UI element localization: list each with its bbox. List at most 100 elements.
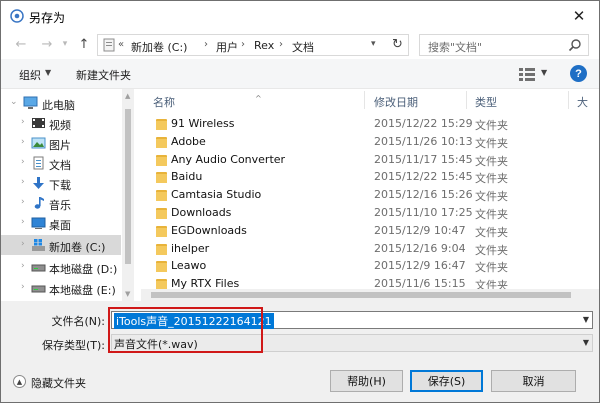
scrollbar-thumb[interactable] [151, 292, 571, 298]
breadcrumb-item-users[interactable]: 用户 [216, 39, 238, 55]
sidebar-item-downloads[interactable]: › 下载 [1, 173, 121, 193]
music-icon [34, 197, 44, 209]
file-modified-date: 2015/12/22 15:45 [374, 170, 473, 184]
column-header-modified[interactable]: 修改日期 [365, 89, 465, 111]
chevron-down-icon[interactable]: ⌄ [10, 97, 18, 107]
list-item[interactable]: EGDownloads 2015/12/9 10:47 文件夹 [141, 222, 581, 240]
chevron-right-icon[interactable]: › [21, 117, 25, 127]
sidebar-item-videos[interactable]: › 视频 [1, 113, 121, 133]
help-button[interactable]: ? [570, 65, 587, 82]
chevron-right-icon[interactable]: › [21, 177, 25, 187]
folder-icon [156, 261, 167, 273]
folder-icon [156, 119, 167, 130]
list-item[interactable]: Camtasia Studio 2015/12/16 15:26 文件夹 [141, 186, 581, 204]
chevron-down-icon[interactable]: ▼ [583, 338, 589, 347]
list-item[interactable]: 91 Wireless 2015/12/22 15:29 文件夹 [141, 115, 581, 133]
breadcrumb-item-documents[interactable]: 文档 [292, 39, 314, 55]
folder-location-icon [103, 38, 115, 52]
list-item[interactable]: Any Audio Converter 2015/11/17 15:45 文件夹 [141, 151, 581, 169]
file-name: Downloads [171, 206, 232, 219]
chevron-down-icon[interactable]: ▼ [541, 68, 547, 77]
file-modified-date: 2015/12/9 16:47 [374, 259, 466, 273]
save-options-panel: 文件名(N): iTools声音_20151222164121 ▼ 保存类型(T… [1, 301, 599, 402]
file-modified-date: 2015/12/16 15:26 [374, 188, 473, 202]
address-bar[interactable]: « 新加卷 (C:) › 用户 › Rex › 文档 ▾ ↻ [97, 34, 409, 56]
breadcrumb-overflow[interactable]: « [118, 39, 124, 50]
chevron-right-icon[interactable]: › [21, 217, 25, 227]
close-icon: ✕ [572, 7, 586, 25]
file-list-horizontal-scrollbar[interactable] [141, 289, 599, 301]
annotation-highlight-box [108, 307, 263, 353]
save-button[interactable]: 保存(S) [410, 370, 483, 392]
sidebar-item-this-pc[interactable]: ⌄ 此电脑 [1, 93, 121, 113]
close-button[interactable]: ✕ [567, 5, 591, 27]
list-item[interactable]: Baidu 2015/12/22 15:45 文件夹 [141, 168, 581, 186]
scroll-up-icon[interactable]: ▲ [125, 92, 130, 100]
desktop-icon [31, 217, 46, 229]
computer-icon [23, 96, 38, 109]
list-item[interactable]: ihelper 2015/12/16 9:04 文件夹 [141, 240, 581, 258]
forward-button[interactable]: → [39, 36, 55, 52]
drive-icon [31, 264, 46, 272]
file-type: 文件夹 [475, 154, 508, 168]
chevron-right-icon[interactable]: › [21, 239, 25, 249]
column-header-type[interactable]: 类型 [467, 89, 567, 111]
file-type: 文件夹 [475, 136, 508, 150]
sidebar-item-pictures[interactable]: › 图片 [1, 133, 121, 153]
up-button[interactable]: ↑ [76, 36, 92, 52]
breadcrumb-item-drive[interactable]: 新加卷 (C:) [131, 39, 187, 55]
refresh-icon[interactable]: ↻ [392, 37, 403, 52]
sidebar-item-label: 图片 [49, 139, 71, 152]
sidebar-item-desktop[interactable]: › 桌面 [1, 213, 121, 233]
column-header-name[interactable]: 名称 ^ [141, 89, 361, 111]
new-folder-button[interactable]: 新建文件夹 [76, 67, 131, 83]
sidebar-item-drive-e[interactable]: › 本地磁盘 (E:) [1, 278, 121, 298]
sidebar-item-label: 此电脑 [42, 99, 75, 112]
back-button[interactable]: ← [13, 36, 29, 52]
list-item[interactable]: Downloads 2015/11/10 17:25 文件夹 [141, 204, 581, 222]
chevron-down-icon[interactable]: ▼ [583, 315, 589, 324]
chevron-up-icon: ▲ [13, 375, 26, 388]
window-title: 另存为 [29, 11, 66, 25]
file-name: EGDownloads [171, 223, 247, 237]
search-input[interactable]: 搜索"文档" [428, 39, 482, 55]
sidebar-item-label: 文档 [49, 159, 71, 172]
help-button[interactable]: 帮助(H) [330, 370, 403, 392]
list-item[interactable]: Adobe 2015/11/26 10:13 文件夹 [141, 133, 581, 151]
sidebar-item-music[interactable]: › 音乐 [1, 193, 121, 213]
column-header-size[interactable]: 大 [569, 89, 599, 111]
file-type: 文件夹 [475, 208, 508, 221]
breadcrumb-item-rex[interactable]: Rex [254, 39, 274, 52]
file-list: 名称 ^ 修改日期 类型 大 91 Wireless 2015/12/22 15:… [141, 89, 599, 301]
sidebar-item-drive-c[interactable]: › 新加卷 (C:) [1, 235, 121, 255]
sidebar-item-drive-d[interactable]: › 本地磁盘 (D:) [1, 257, 121, 277]
sidebar-item-documents[interactable]: › 文档 [1, 153, 121, 173]
breadcrumb-separator-icon: › [204, 39, 208, 50]
chevron-right-icon[interactable]: › [21, 197, 25, 207]
sidebar-item-label: 新加卷 (C:) [49, 241, 106, 254]
file-name: ihelper [171, 241, 210, 255]
list-item[interactable]: Leawo 2015/12/9 16:47 文件夹 [141, 257, 581, 275]
address-dropdown-icon[interactable]: ▾ [371, 39, 376, 49]
file-name: Baidu [171, 170, 203, 184]
chevron-down-icon: ▾ [62, 39, 68, 49]
sidebar-item-label: 桌面 [49, 219, 71, 232]
folder-icon [156, 136, 167, 148]
chevron-right-icon[interactable]: › [21, 261, 25, 271]
chevron-right-icon[interactable]: › [21, 157, 25, 167]
search-box[interactable]: 搜索"文档" [419, 34, 589, 56]
scrollbar-thumb[interactable] [125, 109, 131, 264]
organize-menu[interactable]: 组织 [19, 67, 41, 83]
sidebar-item-label: 本地磁盘 (E:) [49, 284, 116, 297]
cancel-button[interactable]: 取消 [491, 370, 576, 392]
recent-locations-button[interactable]: ▾ [59, 36, 71, 52]
picture-icon [31, 137, 46, 149]
chevron-right-icon[interactable]: › [21, 282, 25, 292]
scroll-down-icon[interactable]: ▼ [125, 290, 130, 298]
file-name: Leawo [171, 259, 207, 273]
navigation-pane-scrollbar[interactable]: ▲ ▼ [122, 89, 134, 301]
search-icon[interactable] [568, 38, 582, 52]
chevron-right-icon[interactable]: › [21, 137, 25, 147]
view-options-icon[interactable] [519, 67, 535, 81]
chevron-down-icon[interactable]: ▼ [45, 68, 51, 77]
